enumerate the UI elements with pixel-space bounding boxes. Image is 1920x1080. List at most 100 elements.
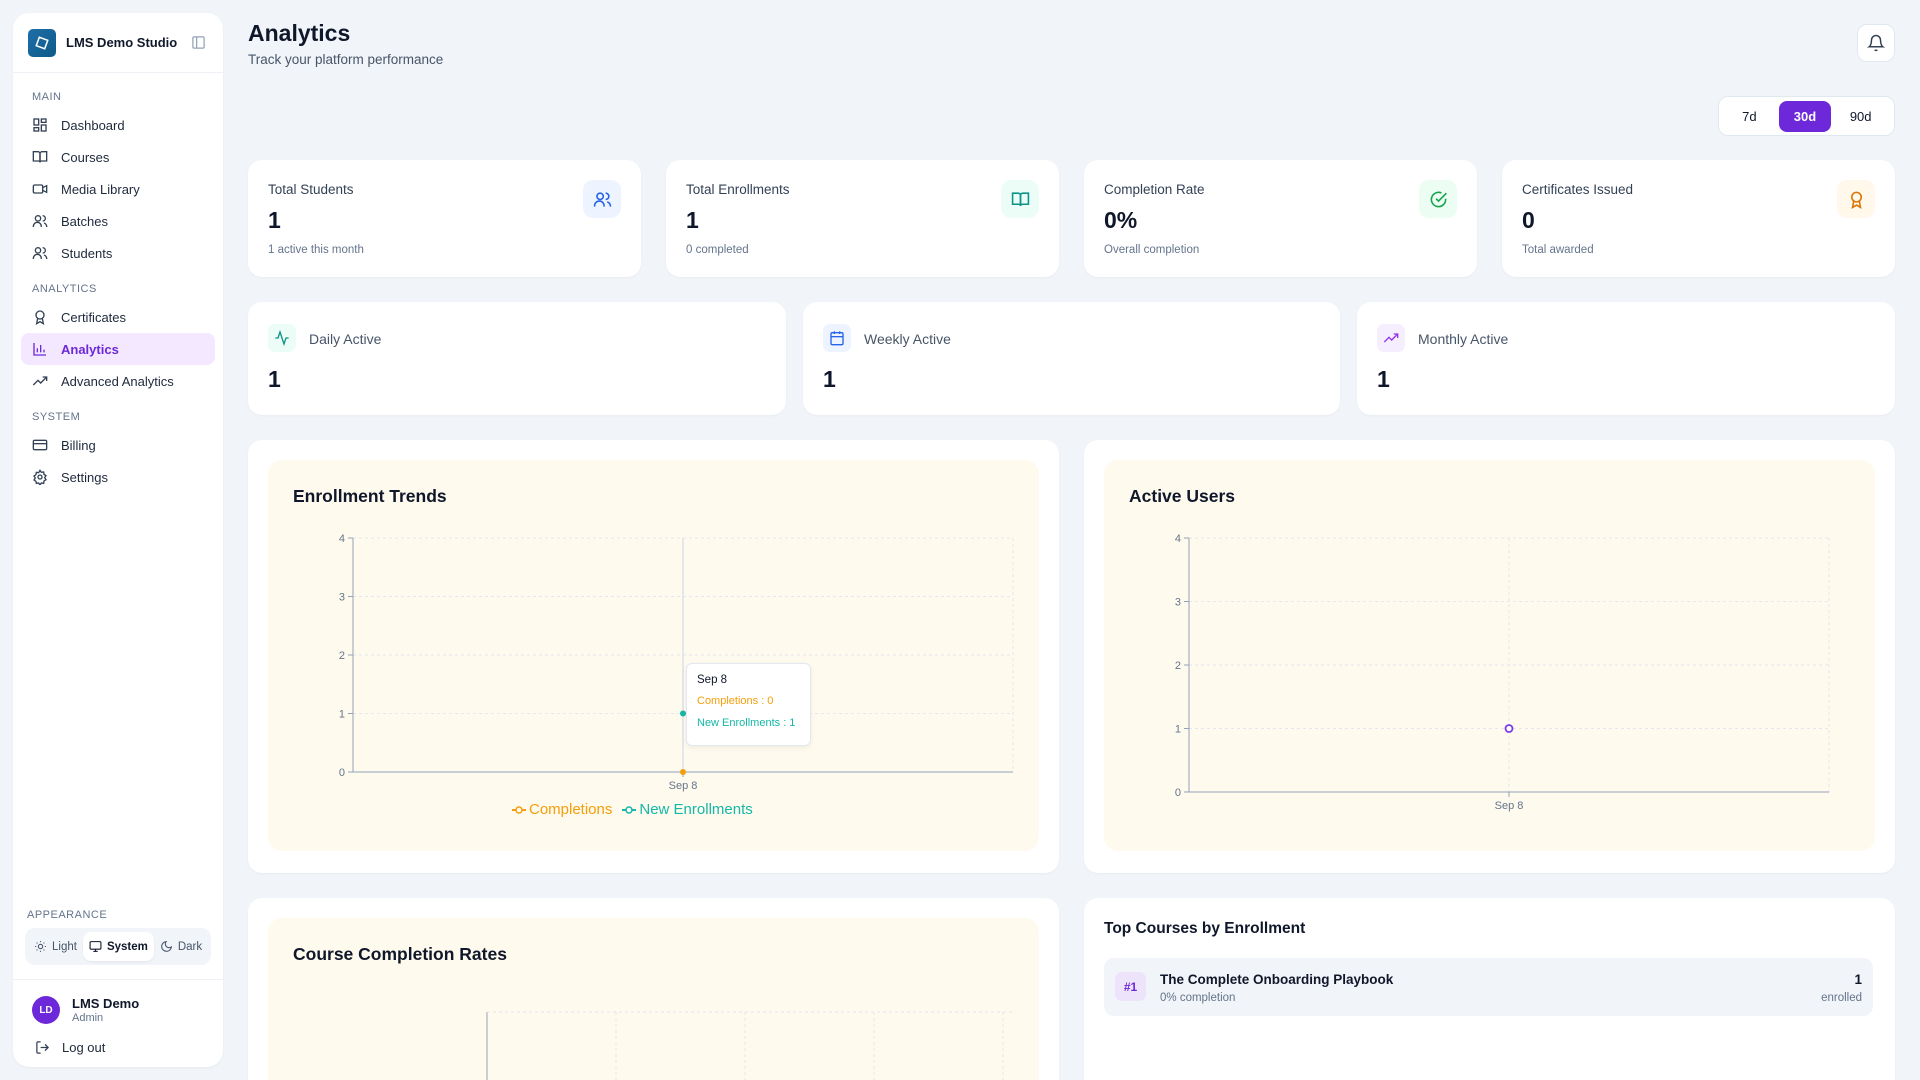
users-icon — [32, 215, 48, 227]
award-icon — [1837, 180, 1875, 218]
sidebar-item-students[interactable]: Students — [21, 237, 215, 269]
stat-card-completion-rate: Completion Rate 0% Overall completion — [1084, 160, 1477, 277]
nav-section-system: SYSTEM Billing Settings — [21, 411, 215, 493]
moon-icon — [160, 940, 172, 952]
theme-light-button[interactable]: Light — [28, 932, 83, 961]
sidebar-item-settings[interactable]: Settings — [21, 461, 215, 493]
course-row[interactable]: #1 The Complete Onboarding Playbook 0% c… — [1104, 958, 1873, 1016]
theme-dark-button[interactable]: Dark — [154, 932, 208, 961]
sun-icon — [35, 941, 46, 952]
legend-item-completions[interactable]: Completions — [512, 801, 612, 818]
activity-card-monthly: Monthly Active 1 — [1357, 302, 1895, 415]
notifications-button[interactable] — [1857, 24, 1895, 62]
stat-label: Total Enrollments — [686, 182, 790, 197]
activity-card-weekly: Weekly Active 1 — [803, 302, 1340, 415]
section-label: ANALYTICS — [32, 283, 97, 295]
stat-sub: Total awarded — [1522, 244, 1594, 256]
sidebar-item-label: Batches — [61, 213, 108, 229]
stat-sub: 0 completed — [686, 244, 749, 256]
course-enrolled-count: 1 — [1854, 972, 1862, 987]
active-users-card: Active Users 0 1 2 3 4 Sep 8 — [1084, 440, 1895, 873]
tooltip-title: Sep 8 — [697, 674, 728, 686]
sidebar-item-label: Analytics — [61, 341, 119, 357]
x-tick-label: Sep 8 — [669, 780, 698, 792]
theme-system-button[interactable]: System — [82, 932, 154, 961]
top-courses-title: Top Courses by Enrollment — [1104, 920, 1306, 937]
sidebar-item-media-library[interactable]: Media Library — [21, 173, 215, 205]
stat-label: Completion Rate — [1104, 182, 1205, 197]
chart-legend: Completions New Enrollments — [512, 801, 763, 818]
theme-switch: Light System Dark — [25, 928, 211, 965]
activity-label: Daily Active — [309, 331, 382, 347]
sidebar-item-analytics[interactable]: Analytics — [21, 333, 215, 365]
trending-up-icon — [1377, 324, 1405, 352]
sidebar-item-label: Dashboard — [61, 117, 125, 133]
theme-dark-label: Dark — [177, 940, 203, 953]
theme-light-label: Light — [52, 940, 77, 953]
legend-line-icon — [622, 805, 637, 814]
legend-label: Completions — [529, 801, 613, 818]
activity-label: Monthly Active — [1418, 331, 1509, 347]
course-completion-chart — [486, 1011, 1013, 1080]
date-range-selector: 7d 30d 90d — [1718, 96, 1895, 136]
sidebar-item-batches[interactable]: Batches — [21, 205, 215, 237]
users-icon — [583, 180, 621, 218]
book-open-icon — [1001, 180, 1039, 218]
nav-section-main: MAIN Dashboard Courses Media Library Bat… — [21, 91, 215, 269]
section-label: SYSTEM — [32, 411, 81, 423]
range-30d-button[interactable]: 30d — [1778, 100, 1832, 132]
tooltip-row-enrollments: New Enrollments : 1 — [697, 717, 796, 729]
y-tick-label: 1 — [1175, 724, 1181, 736]
logout-icon — [36, 1041, 50, 1054]
video-icon — [32, 184, 48, 194]
stat-value: 0 — [1522, 207, 1535, 233]
y-tick-label: 3 — [339, 592, 345, 604]
monitor-icon — [89, 941, 102, 952]
page-subtitle: Track your platform performance — [248, 52, 444, 67]
range-90d-button[interactable]: 90d — [1834, 101, 1887, 132]
legend-line-icon — [512, 805, 526, 814]
data-point — [680, 769, 686, 775]
top-courses-card: Top Courses by Enrollment #1 The Complet… — [1084, 898, 1895, 1080]
sidebar-item-certificates[interactable]: Certificates — [21, 301, 215, 333]
sidebar: LMS Demo Studio MAIN Dashboard Courses M… — [13, 13, 223, 1067]
chart-tooltip: Sep 8 Completions : 0 New Enrollments : … — [686, 663, 811, 746]
user-profile[interactable]: LD LMS Demo Admin — [32, 996, 205, 1024]
avatar: LD — [32, 996, 60, 1024]
gear-icon — [33, 469, 47, 485]
stat-value: 0% — [1104, 207, 1138, 233]
logout-button[interactable]: Log out — [32, 1040, 205, 1055]
data-point — [1504, 724, 1514, 733]
range-7d-button[interactable]: 7d — [1723, 101, 1776, 132]
sidebar-item-billing[interactable]: Billing — [21, 429, 215, 461]
y-tick-label: 2 — [339, 650, 345, 662]
rank-badge: #1 — [1115, 972, 1146, 1001]
sidebar-toggle-icon[interactable] — [189, 34, 207, 52]
course-name: The Complete Onboarding Playbook — [1160, 972, 1394, 987]
legend-item-new-enrollments[interactable]: New Enrollments — [622, 801, 753, 818]
sidebar-nav: MAIN Dashboard Courses Media Library Bat… — [13, 73, 223, 507]
active-users-chart: 0 1 2 3 4 Sep 8 — [1175, 533, 1830, 812]
enrollment-trends-panel: Enrollment Trends 0 1 2 3 4 Sep 8 Sep 8 Compl… — [268, 460, 1039, 851]
activity-label: Weekly Active — [864, 331, 951, 347]
brand-logo — [28, 28, 56, 57]
enrollment-trends-card: Enrollment Trends 0 1 2 3 4 Sep 8 Sep 8 Compl… — [248, 440, 1059, 873]
stat-sub: 1 active this month — [268, 244, 364, 256]
sidebar-item-dashboard[interactable]: Dashboard — [21, 109, 215, 141]
stat-card-certificates-issued: Certificates Issued 0 Total awarded — [1502, 160, 1895, 277]
course-completion-panel: Course Completion Rates — [268, 918, 1039, 1080]
award-icon — [35, 310, 45, 325]
stat-value: 1 — [686, 207, 699, 233]
stat-card-total-students: Total Students 1 1 active this month — [248, 160, 641, 277]
sidebar-item-advanced-analytics[interactable]: Advanced Analytics — [21, 365, 215, 397]
appearance-section: APPEARANCE Light System Dark — [13, 909, 223, 980]
user-role: Admin — [72, 1012, 104, 1024]
dashboard-icon — [33, 118, 47, 132]
stat-sub: Overall completion — [1104, 244, 1200, 256]
sidebar-item-label: Students — [61, 245, 113, 261]
stat-label: Total Students — [268, 182, 354, 197]
x-tick-label: Sep 8 — [1495, 800, 1524, 812]
sidebar-item-courses[interactable]: Courses — [21, 141, 215, 173]
tooltip-row-completions: Completions : 0 — [697, 695, 774, 707]
activity-icon — [268, 324, 296, 352]
